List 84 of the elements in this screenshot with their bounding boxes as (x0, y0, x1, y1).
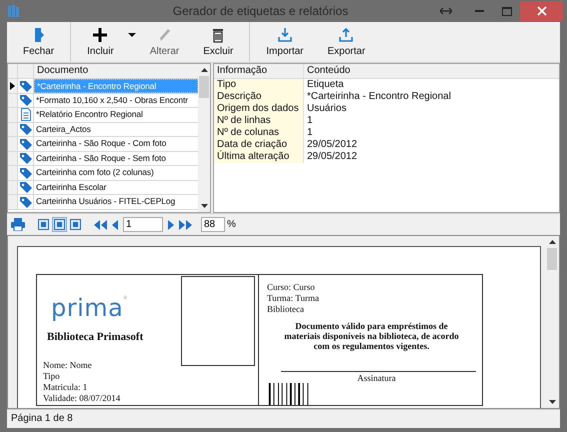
table-cell: Tipo (214, 79, 304, 91)
scroll-thumb[interactable] (547, 248, 557, 270)
library-name: Biblioteca Primasoft (46, 331, 144, 343)
document-row[interactable]: Carteirinha com foto (2 colunas) (34, 166, 198, 180)
page-field[interactable]: 1 (123, 217, 163, 232)
close-button[interactable]: Fechar (13, 23, 64, 61)
add-button[interactable]: Incluir (77, 23, 124, 61)
zoom-field[interactable]: 88 (201, 217, 225, 232)
table-cell: Data de criação (214, 139, 304, 151)
table-cell-text: 1 (306, 127, 314, 139)
tag-icon (18, 181, 32, 194)
tag-icon (18, 152, 32, 164)
column-header[interactable]: Conteúdo (304, 64, 559, 78)
table-cell-text: *Carteirinha - Encontro Regional (306, 91, 452, 103)
scroll-down-icon (548, 400, 556, 404)
document-row[interactable]: *Relatório Encontro Regional (34, 108, 198, 122)
tag-icon (18, 80, 32, 92)
view-mode-button[interactable] (36, 217, 51, 232)
window-title: Gerador de etiquetas e relatórios (172, 4, 350, 18)
page-icon (70, 219, 81, 230)
scroll-down-icon (200, 204, 208, 208)
view-mode-button[interactable] (52, 217, 67, 232)
scroll-up-icon (548, 240, 556, 244)
card-text: Biblioteca (267, 304, 304, 315)
print-icon[interactable] (11, 218, 25, 231)
delete-button[interactable]: Excluir (193, 23, 244, 61)
table-cell-text: 29/05/2012 (306, 151, 358, 163)
logo: prima (51, 295, 124, 321)
app-icon (7, 4, 21, 18)
import-button[interactable]: Importar (256, 23, 314, 61)
table-cell: Última alteração (214, 151, 304, 163)
card-text: Validade: 08/07/2014 (43, 393, 122, 404)
export-button[interactable]: Exportar (318, 23, 376, 61)
close-icon (536, 6, 546, 16)
row-header[interactable] (8, 79, 18, 92)
card-text: Curso: Curso (267, 282, 315, 293)
notice-text: Documento válido para empréstimos de materiais disponíveis na biblioteca, de acordo com os regulamentos vigentes. (283, 321, 460, 351)
resize-icon[interactable] (440, 7, 452, 15)
table-cell-text: 29/05/2012 (306, 139, 358, 151)
table-cell: Origem dos dados (214, 103, 304, 115)
caret-icon[interactable] (128, 33, 136, 37)
maximize-icon (502, 6, 512, 16)
column-header[interactable]: Informação (214, 64, 304, 78)
minimize-icon (475, 10, 484, 12)
zoom-unit: % (227, 219, 236, 230)
view-mode-button[interactable] (68, 217, 83, 232)
tag-icon (18, 94, 32, 106)
table-cell-text: Usuários (306, 103, 348, 115)
tag-icon (18, 196, 32, 208)
document-row[interactable]: Carteirinha - São Roque - Sem foto (34, 152, 198, 165)
download-icon (276, 27, 293, 43)
scroll-up-icon (200, 68, 208, 72)
document-row[interactable]: *Formato 10,160 x 2,540 - Obras Encontr (34, 94, 198, 107)
document-row[interactable]: Carteirinha - São Roque - Com foto (34, 137, 198, 150)
next-page-icon[interactable] (168, 220, 174, 230)
document-icon (20, 108, 32, 122)
signature-label: Assinatura (357, 373, 396, 383)
page-icon (38, 219, 49, 230)
tag-icon (18, 166, 32, 179)
barcode (267, 383, 311, 405)
table-cell: Descrição (214, 91, 304, 103)
card-text: Matricula: 1 (43, 382, 88, 393)
first-page-icon[interactable] (94, 220, 107, 230)
table-cell: Nº de linhas (214, 115, 304, 127)
plus-icon (92, 27, 108, 43)
close-button[interactable] (520, 1, 563, 21)
document-row[interactable]: Carteirinha Usuários - FITEL-CEPLog (34, 195, 198, 208)
tag-icon (18, 138, 32, 150)
tag-icon (18, 123, 32, 136)
status-bar: Página 1 de 8 (7, 409, 560, 428)
page-icon (54, 219, 65, 230)
document-row[interactable]: Carteirinha Escolar (34, 180, 198, 194)
table-cell: Nº de colunas (214, 127, 304, 139)
card-text: Turma: Turma (267, 293, 319, 304)
card-text: Tipo (43, 371, 61, 382)
table-cell-text: 1 (306, 115, 314, 127)
table-cell-text: Etiqueta (306, 79, 345, 91)
last-page-icon[interactable] (179, 220, 192, 230)
scroll-thumb[interactable] (199, 76, 209, 98)
card-text: Nome: Nome (43, 360, 93, 371)
previous-page-icon[interactable] (112, 220, 118, 230)
row-pointer-icon (10, 82, 15, 90)
upload-icon (338, 27, 354, 43)
document-row[interactable]: Carteira_Actos (34, 122, 198, 136)
